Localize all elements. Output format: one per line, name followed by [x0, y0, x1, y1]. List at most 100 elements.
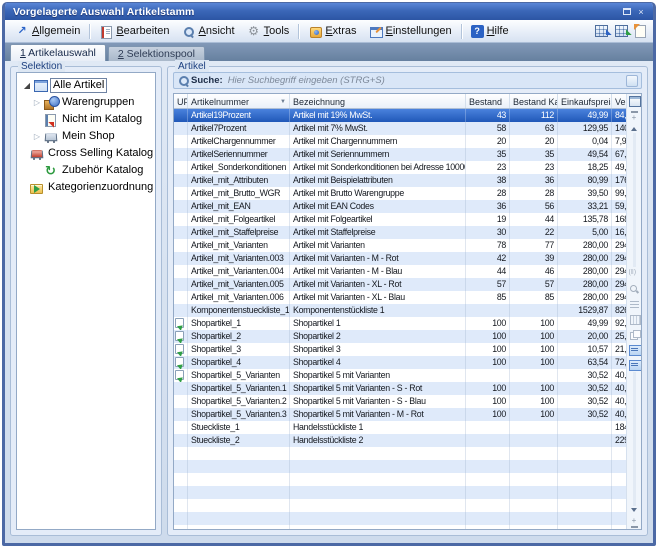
restore-button[interactable]: [620, 5, 634, 18]
table-row[interactable]: Shopartikel_4Shopartikel 410010063,5472,: [174, 356, 626, 369]
table-row[interactable]: Artikel_mit_FolgeartikelArtikel mit Folg…: [174, 213, 626, 226]
new-document-icon[interactable]: [635, 25, 646, 38]
cell: Artikel_mit_Varianten.003: [188, 252, 290, 265]
table-row[interactable]: Artikel_mit_Varianten.005Artikel mit Var…: [174, 278, 626, 291]
column-header-einkaufspreis[interactable]: Einkaufspreis: [558, 94, 612, 108]
layout-1-icon[interactable]: [629, 344, 640, 355]
table-row[interactable]: Artikel_mit_EANArtikel mit EAN Codes3656…: [174, 200, 626, 213]
menu-tools[interactable]: ⚙Tools: [241, 22, 296, 41]
column-chooser-icon[interactable]: [628, 95, 641, 108]
table-row[interactable]: Artikel_mit_StaffelpreiseArtikel mit Sta…: [174, 226, 626, 239]
menu-extras[interactable]: Extras: [302, 22, 362, 41]
tabstrip: 1 Artikelauswahl 2 Selektionspool: [5, 43, 653, 61]
close-button[interactable]: ×: [634, 5, 648, 18]
tree-item-mein-shop[interactable]: ▷Mein Shop: [17, 128, 155, 145]
tree-item-zubeh-r-katalog[interactable]: ↻Zubehör Katalog: [17, 162, 155, 179]
scroll-up-arrow[interactable]: [631, 124, 637, 131]
tree-item-warengruppen[interactable]: ▷Warengruppen: [17, 94, 155, 111]
up-cell: [174, 174, 188, 187]
table-row[interactable]: Artikel19ProzentArtikel mit 19% MwSt.431…: [174, 109, 626, 122]
expander-icon[interactable]: ▷: [31, 98, 43, 107]
article-grid: UPArtikelnummer▼BezeichnungBestand Bestan…: [173, 93, 642, 530]
cell-empty: [290, 512, 466, 525]
cell-empty: [558, 447, 612, 460]
column-header-bestand[interactable]: Bestand: [466, 94, 510, 108]
cell: 7,9: [612, 135, 626, 148]
cell: 294: [612, 291, 626, 304]
scroll-bottom-icon[interactable]: [631, 526, 638, 528]
table-row[interactable]: Shopartikel_2Shopartikel 210010020,0025,: [174, 330, 626, 343]
table-row[interactable]: Artikel_SonderkonditionenArtikel mit Son…: [174, 161, 626, 174]
search-input[interactable]: [228, 75, 626, 86]
table-row[interactable]: Artikel_mit_VariantenArtikel mit Variant…: [174, 239, 626, 252]
table-row[interactable]: Artikel_mit_AttributenArtikel mit Beispi…: [174, 174, 626, 187]
table-row[interactable]: Artikel_mit_Varianten.006Artikel mit Var…: [174, 291, 626, 304]
table-row[interactable]: Artikel_mit_Varianten.004Artikel mit Var…: [174, 265, 626, 278]
search-icon: [177, 74, 191, 88]
menu-bearbeiten[interactable]: Bearbeiten: [93, 22, 175, 41]
tree-item-cross-selling-katalog[interactable]: Cross Selling Katalog: [17, 145, 155, 162]
grid-view-icon[interactable]: [629, 314, 640, 325]
scroll-plus-icon[interactable]: +: [632, 114, 637, 122]
table-row[interactable]: Shopartikel_1Shopartikel 110010049,9992,: [174, 317, 626, 330]
cell-empty: [188, 499, 290, 512]
column-header-label: Bestand: [469, 97, 502, 107]
table-row[interactable]: Shopartikel_5_VariantenShopartikel 5 mit…: [174, 369, 626, 382]
layout-2-icon[interactable]: [629, 359, 640, 370]
column-header-ve[interactable]: Ve: [612, 94, 626, 108]
cell: Shopartikel_2: [188, 330, 290, 343]
cell: 39,50: [558, 187, 612, 200]
export-table-icon[interactable]: [595, 25, 609, 38]
tree-item-nicht-im-katalog[interactable]: Nicht im Katalog: [17, 111, 155, 128]
cell: 49,54: [558, 148, 612, 161]
table-row[interactable]: Shopartikel_5_Varianten.1Shopartikel 5 m…: [174, 382, 626, 395]
scrollbar-track[interactable]: [633, 372, 636, 506]
cell: 99,: [612, 187, 626, 200]
artikel-group: Artikel Suche: UPArtikelnummer▼Bezeichnu…: [167, 66, 648, 536]
pin-icon[interactable]: [629, 269, 640, 280]
cell: 112: [510, 109, 558, 122]
table-row[interactable]: Shopartikel_5_Varianten.3Shopartikel 5 m…: [174, 408, 626, 421]
cell: Artikel_mit_Varianten.004: [188, 265, 290, 278]
menu-ansicht[interactable]: Ansicht: [176, 22, 241, 41]
table-row[interactable]: ArtikelSeriennummerArtikel mit Seriennum…: [174, 148, 626, 161]
table-row[interactable]: Stueckliste_1Handelsstückliste 1184: [174, 421, 626, 434]
table-row[interactable]: Shopartikel_5_Varianten.2Shopartikel 5 m…: [174, 395, 626, 408]
column-header-up[interactable]: UP: [174, 94, 188, 108]
column-header-bezeichnung[interactable]: Bezeichnung: [290, 94, 466, 108]
import-table-icon[interactable]: [615, 25, 629, 38]
table-row[interactable]: Komponentenstueckliste_1Komponentenstück…: [174, 304, 626, 317]
column-header-bestand-kalk-[interactable]: Bestand Kalk.: [510, 94, 558, 108]
cell: 294: [612, 252, 626, 265]
recycle-icon: ↻: [43, 164, 58, 177]
tree-item-kategorienzuordnung-entfernen[interactable]: Kategorienzuordnung entfernen: [17, 179, 155, 196]
menu-allgemein[interactable]: ↗Allgemein: [9, 22, 86, 41]
search-options-button[interactable]: [626, 75, 638, 87]
scroll-plus-icon[interactable]: +: [632, 517, 637, 525]
menu-hilfe[interactable]: ?Hilfe: [465, 22, 515, 41]
table-row[interactable]: Shopartikel_3Shopartikel 310010010,5721,: [174, 343, 626, 356]
column-header-artikelnummer[interactable]: Artikelnummer▼: [188, 94, 290, 108]
scroll-down-arrow[interactable]: [631, 508, 637, 515]
toolbar-right: [595, 25, 649, 38]
table-row[interactable]: Artikel_mit_Brutto_WGRArtikel mit Brutto…: [174, 187, 626, 200]
tab-selektionspool[interactable]: 2 Selektionspool: [108, 46, 205, 61]
table-row[interactable]: Artikel7ProzentArtikel mit 7% MwSt.58631…: [174, 122, 626, 135]
menu-einstellungen[interactable]: Einstellungen: [363, 22, 458, 41]
tab-artikelauswahl[interactable]: 1 Artikelauswahl: [10, 44, 106, 61]
scrollbar-track[interactable]: [633, 133, 636, 267]
cell: 22: [510, 226, 558, 239]
table-row[interactable]: Artikel_mit_Varianten.003Artikel mit Var…: [174, 252, 626, 265]
cell-empty: [188, 525, 290, 529]
cell: Shopartikel 5 mit Varianten - S - Blau: [290, 395, 466, 408]
expander-icon[interactable]: ▷: [31, 132, 43, 141]
list-view-icon[interactable]: [629, 299, 640, 310]
copy-layout-icon[interactable]: [629, 329, 640, 340]
grid-header: UPArtikelnummer▼BezeichnungBestand Bestan…: [174, 94, 626, 109]
table-row[interactable]: Stueckliste_2Handelsstückliste 2229: [174, 434, 626, 447]
expander-icon[interactable]: ◢: [21, 81, 33, 90]
cell: Artikel19Prozent: [188, 109, 290, 122]
zoom-icon[interactable]: [629, 284, 640, 295]
table-row[interactable]: ArtikelChargennummerArtikel mit Chargenn…: [174, 135, 626, 148]
tree-item-alle-artikel[interactable]: ◢Alle Artikel: [17, 77, 155, 94]
